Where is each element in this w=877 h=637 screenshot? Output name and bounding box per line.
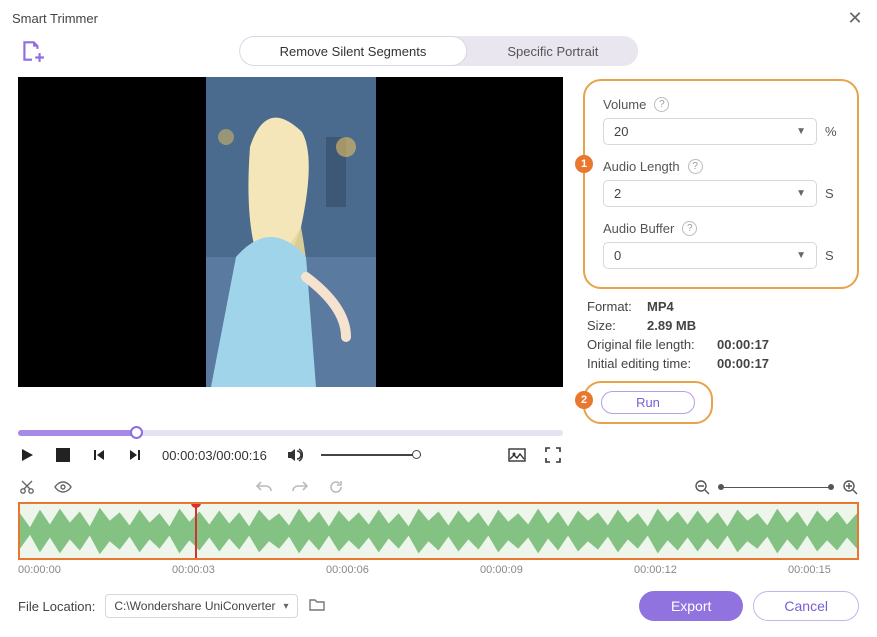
cancel-button[interactable]: Cancel [753, 591, 859, 621]
refresh-icon[interactable] [327, 478, 345, 496]
volume-value: 20 [614, 124, 628, 139]
video-preview[interactable] [18, 77, 563, 387]
tab-remove-silent[interactable]: Remove Silent Segments [239, 36, 468, 66]
volume-icon[interactable] [285, 446, 303, 464]
audio-buffer-value: 0 [614, 248, 621, 263]
help-icon[interactable]: ? [654, 97, 669, 112]
add-file-icon[interactable] [18, 37, 46, 65]
top-row: Remove Silent Segments Specific Portrait [0, 37, 877, 71]
folder-icon[interactable] [308, 596, 326, 617]
ruler-tick: 00:00:09 [480, 564, 523, 576]
file-location-value: C:\Wondershare UniConverter [114, 599, 275, 613]
tab-specific-portrait[interactable]: Specific Portrait [467, 36, 638, 66]
audio-length-label-text: Audio Length [603, 159, 680, 174]
run-button[interactable]: Run [601, 391, 695, 414]
preview-column [18, 77, 563, 424]
parameters-column: 1 Volume ? 20 ▼ % Audio Length ? 2 ▼ [583, 77, 859, 424]
snapshot-icon[interactable] [508, 446, 526, 464]
audio-length-row: 2 ▼ S [603, 180, 839, 207]
volume-select[interactable]: 20 ▼ [603, 118, 817, 145]
main-row: 1 Volume ? 20 ▼ % Audio Length ? 2 ▼ [0, 71, 877, 424]
window-title: Smart Trimmer [12, 11, 98, 26]
volume-thumb[interactable] [412, 450, 421, 459]
history-tools [255, 478, 345, 496]
timeline-tools [0, 472, 877, 502]
time-display: 00:00:03/00:00:16 [162, 448, 267, 463]
scrub-row [0, 424, 877, 436]
audio-length-unit: S [825, 186, 839, 201]
run-box: 2 Run [583, 381, 713, 424]
stop-icon[interactable] [54, 446, 72, 464]
next-icon[interactable] [126, 446, 144, 464]
cut-icon[interactable] [18, 478, 36, 496]
progress-track[interactable] [18, 430, 563, 436]
help-icon[interactable]: ? [682, 221, 697, 236]
time-ruler: 00:00:00 00:00:03 00:00:06 00:00:09 00:0… [0, 560, 877, 576]
chevron-down-icon: ▼ [796, 126, 806, 137]
volume-unit: % [825, 124, 839, 139]
zoom-controls [693, 478, 859, 496]
ruler-tick: 00:00:06 [326, 564, 369, 576]
progress-thumb[interactable] [130, 426, 143, 439]
volume-slider[interactable] [321, 454, 421, 456]
mode-tabs: Remove Silent Segments Specific Portrait [239, 36, 639, 66]
audio-buffer-label-text: Audio Buffer [603, 221, 674, 236]
size-value: 2.89 MB [647, 318, 696, 333]
init-time-value: 00:00:17 [717, 356, 769, 371]
file-meta: Format: MP4 Size: 2.89 MB Original file le… [583, 289, 859, 371]
volume-label-text: Volume [603, 97, 646, 112]
audio-buffer-select[interactable]: 0 ▼ [603, 242, 817, 269]
player-controls: 00:00:03/00:00:16 [0, 436, 580, 472]
ruler-tick: 00:00:15 [788, 564, 831, 576]
progress-fill [18, 430, 134, 436]
zoom-in-icon[interactable] [841, 478, 859, 496]
volume-row: 20 ▼ % [603, 118, 839, 145]
format-key: Format: [587, 299, 637, 314]
fullscreen-icon[interactable] [544, 446, 562, 464]
close-icon[interactable]: ✕ [845, 8, 865, 29]
waveform[interactable] [18, 502, 859, 560]
step-badge-2: 2 [575, 391, 593, 409]
play-icon[interactable] [18, 446, 36, 464]
help-icon[interactable]: ? [688, 159, 703, 174]
titlebar: Smart Trimmer ✕ [0, 0, 877, 37]
zoom-slider[interactable] [721, 487, 831, 488]
eye-icon[interactable] [54, 478, 72, 496]
parameters-box: 1 Volume ? 20 ▼ % Audio Length ? 2 ▼ [583, 79, 859, 289]
undo-icon[interactable] [255, 478, 273, 496]
volume-label: Volume ? [603, 97, 839, 112]
zoom-out-icon[interactable] [693, 478, 711, 496]
audio-length-label: Audio Length ? [603, 159, 839, 174]
export-button[interactable]: Export [639, 591, 743, 621]
bottom-bar: File Location: C:\Wondershare UniConvert… [0, 579, 877, 637]
chevron-down-icon: ▼ [796, 188, 806, 199]
step-badge-1: 1 [575, 155, 593, 173]
ruler-tick: 00:00:12 [634, 564, 677, 576]
playhead[interactable] [195, 502, 197, 560]
init-time-key: Initial editing time: [587, 356, 707, 371]
format-value: MP4 [647, 299, 674, 314]
chevron-down-icon: ▼ [796, 250, 806, 261]
size-key: Size: [587, 318, 637, 333]
redo-icon[interactable] [291, 478, 309, 496]
audio-buffer-label: Audio Buffer ? [603, 221, 839, 236]
audio-length-value: 2 [614, 186, 621, 201]
file-location-label: File Location: [18, 599, 95, 614]
zoom-slider-end [828, 484, 834, 490]
video-frame [206, 77, 376, 387]
zoom-slider-start [718, 484, 724, 490]
audio-buffer-row: 0 ▼ S [603, 242, 839, 269]
chevron-down-icon: ▾ [284, 601, 289, 612]
ruler-tick: 00:00:03 [172, 564, 215, 576]
ruler-tick: 00:00:00 [18, 564, 61, 576]
audio-buffer-unit: S [825, 248, 839, 263]
orig-length-key: Original file length: [587, 337, 707, 352]
orig-length-value: 00:00:17 [717, 337, 769, 352]
file-location-select[interactable]: C:\Wondershare UniConverter ▾ [105, 594, 297, 618]
prev-icon[interactable] [90, 446, 108, 464]
audio-length-select[interactable]: 2 ▼ [603, 180, 817, 207]
